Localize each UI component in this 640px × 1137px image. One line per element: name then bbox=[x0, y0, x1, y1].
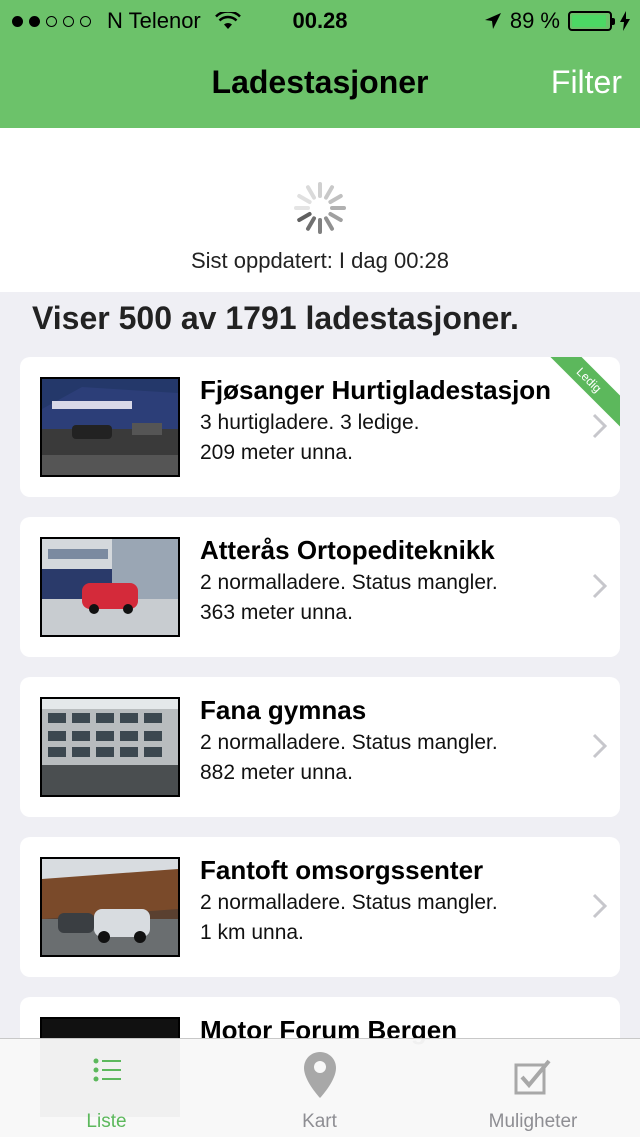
chevron-right-icon bbox=[592, 573, 608, 599]
tab-bar: Liste Kart Muligheter bbox=[0, 1038, 640, 1137]
chevron-right-icon bbox=[592, 893, 608, 919]
tab-kart[interactable]: Kart bbox=[213, 1039, 426, 1137]
page-title: Ladestasjoner bbox=[211, 64, 429, 100]
station-card[interactable]: Atterås Ortopediteknikk 2 normalladere. … bbox=[20, 517, 620, 657]
station-name: Fjøsanger Hurtigladestasjon bbox=[200, 375, 552, 405]
location-arrow-icon bbox=[484, 13, 501, 29]
navigation-bar: N Telenor 00.28 89 % Ladestasjoner Filte… bbox=[0, 0, 640, 128]
results-summary: Viser 500 av 1791 ladestasjoner. bbox=[32, 300, 519, 336]
tab-liste[interactable]: Liste bbox=[0, 1039, 213, 1137]
battery-percent: 89 % bbox=[509, 8, 560, 33]
loading-spinner-icon bbox=[294, 182, 346, 234]
station-distance: 363 meter unna. bbox=[200, 601, 353, 624]
station-photo bbox=[40, 377, 180, 477]
station-distance: 1 km unna. bbox=[200, 921, 304, 944]
status-bar: N Telenor 00.28 89 % bbox=[0, 0, 640, 40]
station-photo bbox=[40, 537, 180, 637]
tab-label: Muligheter bbox=[488, 1111, 578, 1132]
station-photo bbox=[40, 697, 180, 797]
station-name: Atterås Ortopediteknikk bbox=[200, 535, 495, 565]
station-distance: 882 meter unna. bbox=[200, 761, 353, 784]
chevron-right-icon bbox=[592, 413, 608, 439]
station-card[interactable]: Fana gymnas 2 normalladere. Status mangl… bbox=[20, 677, 620, 817]
status-right: 89 % bbox=[484, 8, 630, 34]
chevron-right-icon bbox=[592, 733, 608, 759]
charging-bolt-icon bbox=[620, 11, 630, 31]
station-name: Fantoft omsorgssenter bbox=[200, 855, 484, 885]
battery-icon bbox=[568, 11, 615, 31]
last-updated-text: Sist oppdatert: I dag 00:28 bbox=[190, 248, 450, 273]
filter-button[interactable]: Filter bbox=[551, 64, 622, 101]
tab-muligheter[interactable]: Muligheter bbox=[426, 1039, 640, 1137]
tab-label: Kart bbox=[302, 1111, 337, 1132]
tab-label: Liste bbox=[86, 1111, 127, 1132]
station-name: Fana gymnas bbox=[200, 695, 367, 725]
station-detail: 2 normalladere. Status mangler. bbox=[200, 571, 498, 594]
station-detail: 2 normalladere. Status mangler. bbox=[200, 891, 498, 914]
station-card[interactable]: Fjøsanger Hurtigladestasjon 3 hurtiglade… bbox=[20, 357, 620, 497]
station-photo bbox=[40, 857, 180, 957]
list-icon bbox=[93, 1058, 121, 1082]
station-detail: 2 normalladere. Status mangler. bbox=[200, 731, 498, 754]
station-distance: 209 meter unna. bbox=[200, 441, 353, 464]
checkbox-icon bbox=[514, 1059, 551, 1095]
station-card[interactable]: Fantoft omsorgssenter 2 normalladere. St… bbox=[20, 837, 620, 977]
station-detail: 3 hurtigladere. 3 ledige. bbox=[200, 411, 420, 434]
map-pin-icon bbox=[303, 1052, 336, 1098]
